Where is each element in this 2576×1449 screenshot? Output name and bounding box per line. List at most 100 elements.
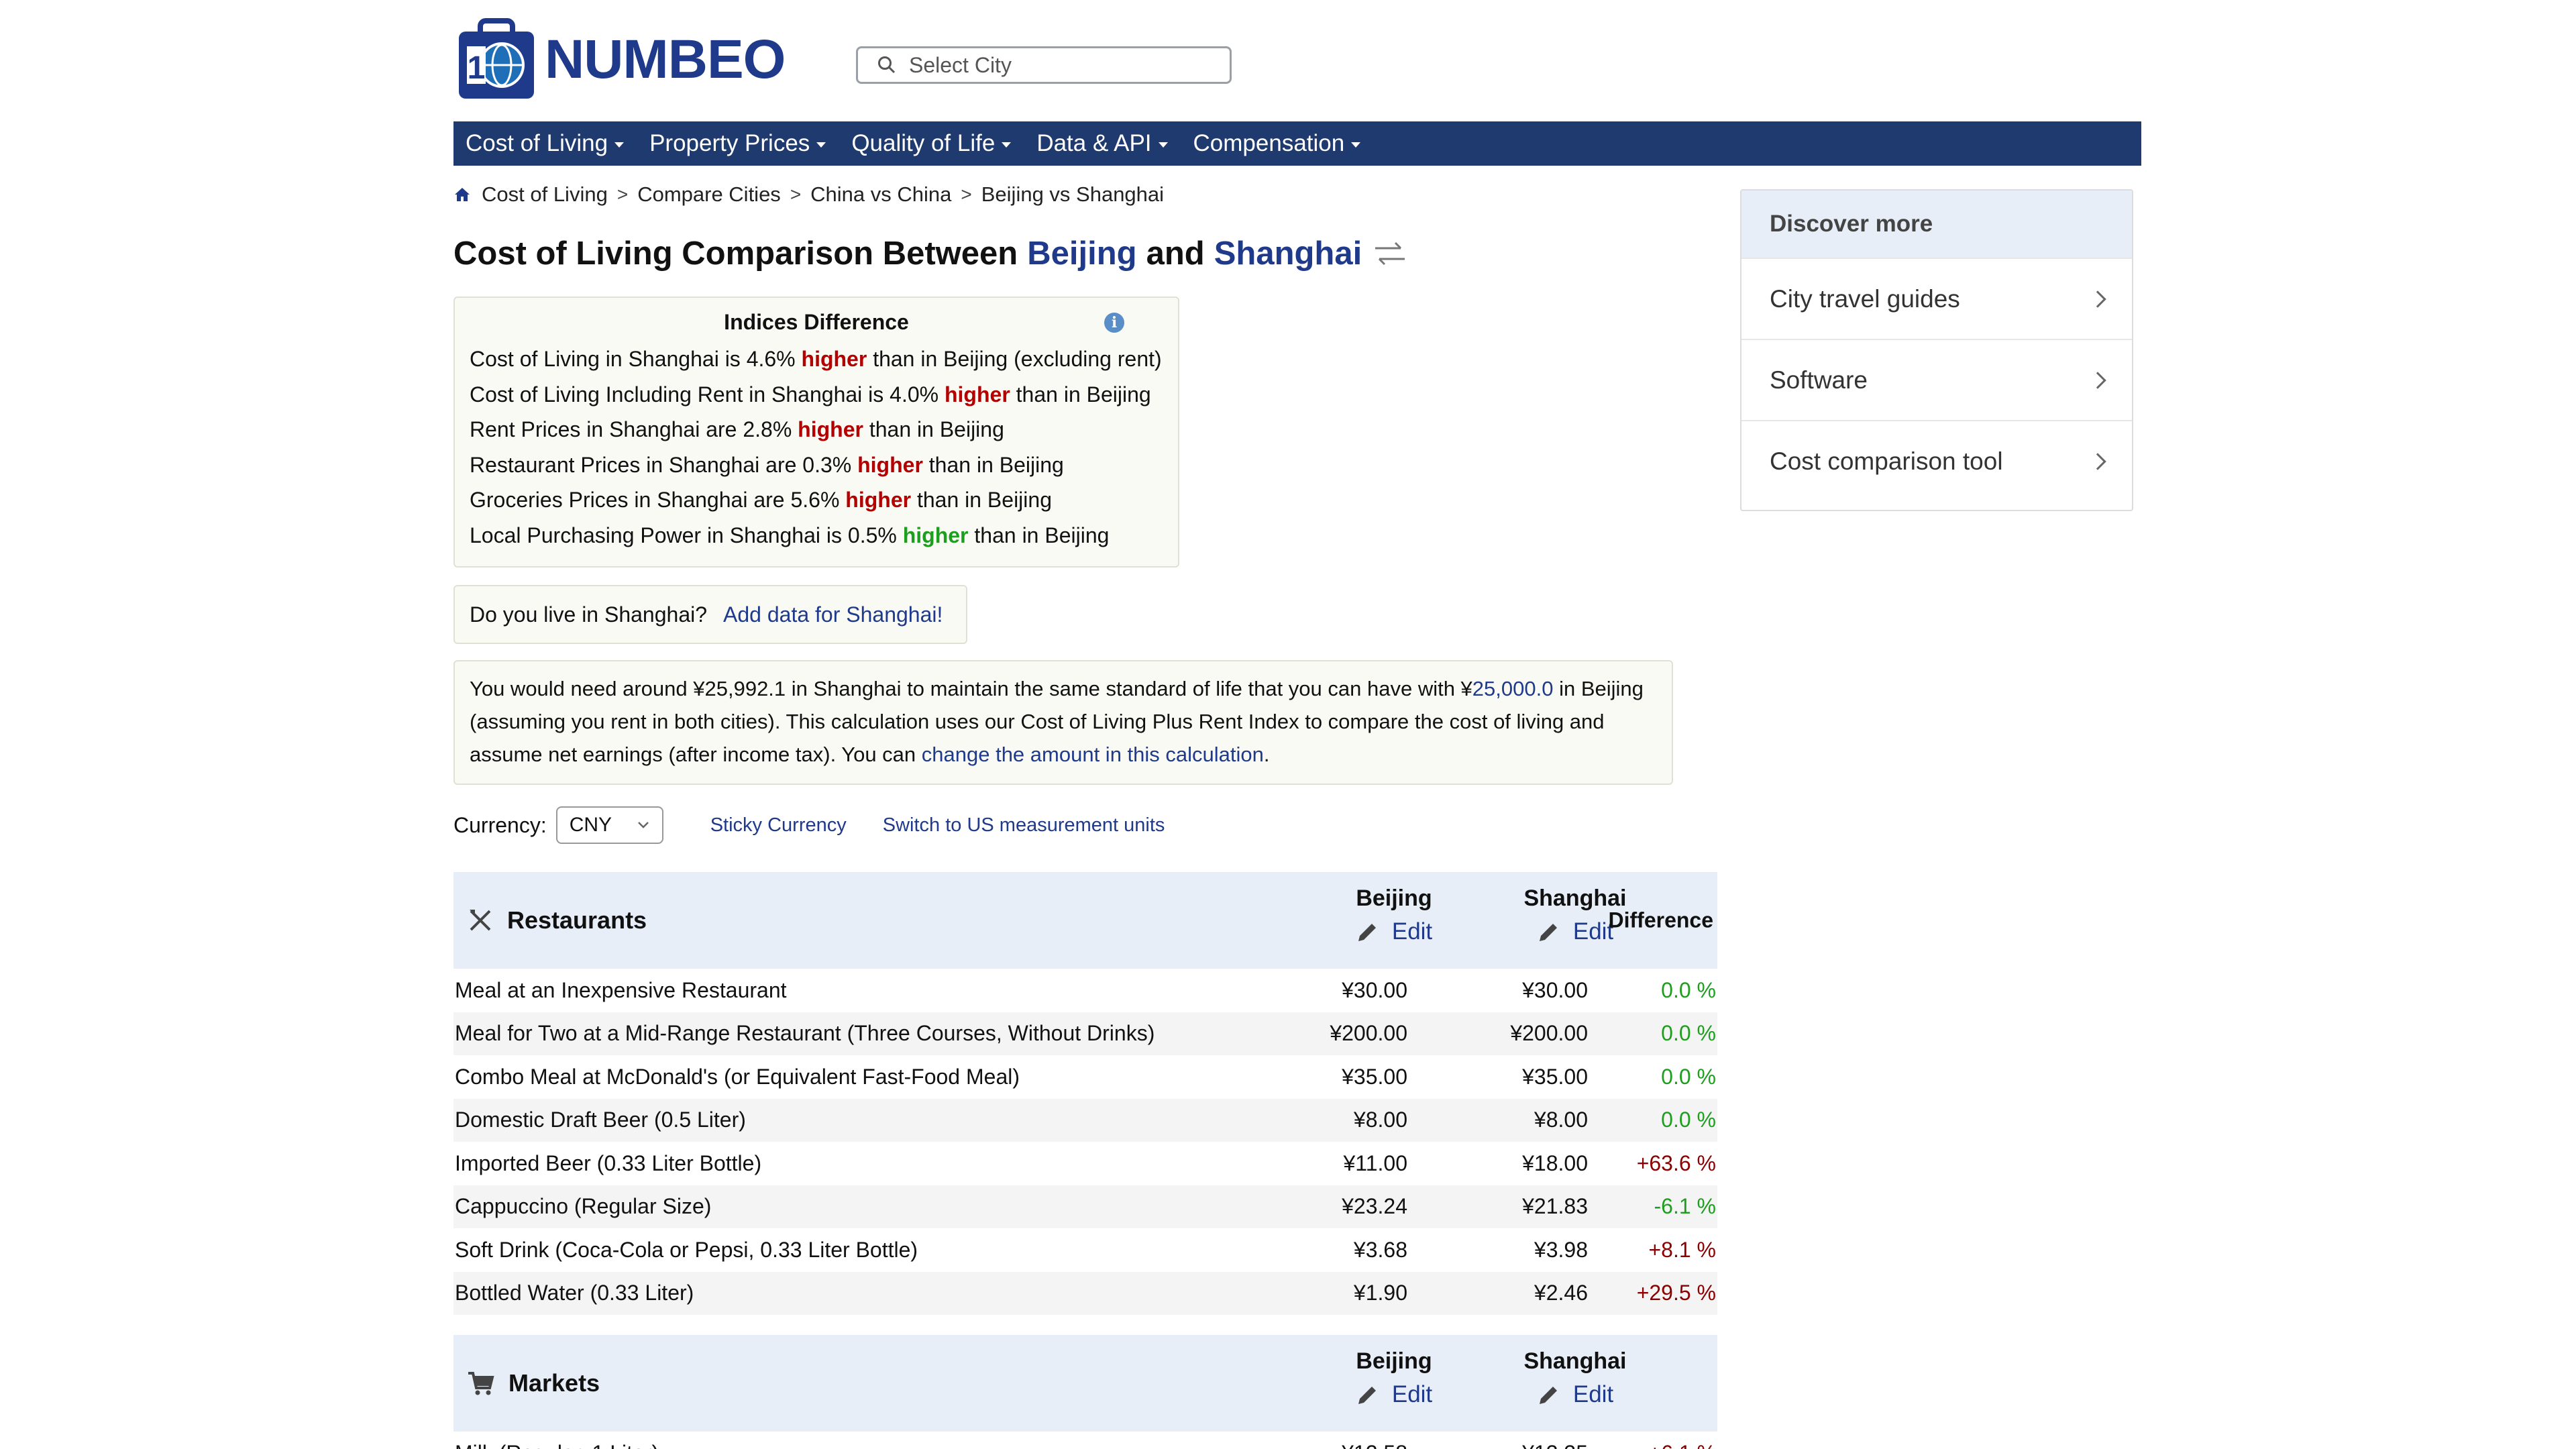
sidebar-item-label: Cost comparison tool — [1770, 447, 2003, 475]
column-city-1: Beijing Edit — [1327, 1348, 1461, 1408]
category-label: Restaurants — [507, 906, 647, 934]
index-direction: higher — [857, 452, 923, 477]
nav-data-api[interactable]: Data & API — [1036, 130, 1168, 157]
index-text: than in Beijing — [928, 452, 1064, 477]
price-city-2: ¥18.00 — [1522, 1150, 1588, 1175]
sidebar-item-label: Software — [1770, 366, 1868, 394]
item-name: Meal at an Inexpensive Restaurant — [455, 977, 787, 1002]
index-text: than in Beijing — [916, 488, 1052, 512]
table-row: Domestic Draft Beer (0.5 Liter) ¥8.00 ¥8.0… — [453, 1098, 1717, 1142]
restaurants-table: Restaurants Beijing Edit Shanghai Edit D… — [453, 872, 1717, 1315]
index-text: Cost of Living Including Rent in Shangha… — [470, 382, 939, 407]
chevron-right-icon — [2089, 371, 2106, 389]
table-row: Soft Drink (Coca-Cola or Pepsi, 0.33 Lit… — [453, 1228, 1717, 1272]
title-city-1[interactable]: Beijing — [1027, 235, 1136, 272]
column-city-2: Shanghai Edit — [1508, 1348, 1642, 1408]
item-name: Meal for Two at a Mid-Range Restaurant (… — [455, 1021, 1155, 1046]
item-name: Soft Drink (Coca-Cola or Pepsi, 0.33 Lit… — [455, 1237, 918, 1262]
svg-text:1: 1 — [468, 50, 486, 86]
price-difference: 0.0 % — [1661, 977, 1716, 1002]
price-difference: 0.0 % — [1661, 1064, 1716, 1089]
city-search-input[interactable]: Select City — [856, 46, 1232, 84]
pencil-icon — [1539, 1387, 1557, 1404]
calc-amount-link[interactable]: 25,000.0 — [1472, 677, 1554, 700]
swap-cities-icon[interactable] — [1371, 240, 1409, 267]
edit-button[interactable]: Edit — [1327, 918, 1461, 945]
currency-select[interactable]: CNY — [555, 806, 663, 844]
caret-down-icon — [1002, 142, 1012, 148]
home-icon[interactable] — [453, 186, 471, 203]
sidebar-item-software[interactable]: Software — [1741, 339, 2132, 420]
column-difference: Difference — [1608, 908, 1714, 932]
nav-label: Quality of Life — [851, 130, 996, 156]
index-line: Local Purchasing Power in Shanghai is 0.… — [470, 518, 1163, 553]
index-text: than in Beijing — [974, 523, 1110, 547]
pencil-icon — [1358, 1387, 1376, 1404]
item-name: Combo Meal at McDonald's (or Equivalent … — [455, 1064, 1020, 1089]
chevron-right-icon — [2089, 290, 2106, 308]
index-direction: higher — [944, 382, 1010, 407]
contribute-question: Do you live in Shanghai? — [470, 602, 708, 627]
index-direction: higher — [902, 523, 969, 547]
price-difference: 0.0 % — [1661, 1108, 1716, 1132]
main-nav: Cost of Living Property Prices Quality o… — [453, 121, 2141, 166]
breadcrumb-compare-cities[interactable]: Compare Cities — [637, 182, 781, 207]
calc-text: You would need around ¥25,992.1 in Shang… — [470, 677, 1472, 700]
search-icon — [878, 56, 896, 74]
price-difference: -6.1 % — [1654, 1194, 1716, 1219]
sticky-currency-link[interactable]: Sticky Currency — [710, 814, 847, 837]
breadcrumb-separator: > — [961, 184, 972, 205]
column-city-label: Beijing — [1356, 1348, 1432, 1374]
table-row: Cappuccino (Regular Size) ¥23.24 ¥21.83 -6.… — [453, 1185, 1717, 1228]
nav-label: Data & API — [1036, 130, 1152, 156]
edit-label: Edit — [1391, 918, 1433, 945]
us-units-link[interactable]: Switch to US measurement units — [883, 814, 1165, 837]
category-title: Markets — [467, 1369, 600, 1397]
title-city-2[interactable]: Shanghai — [1214, 235, 1362, 272]
breadcrumb-cost-of-living[interactable]: Cost of Living — [482, 182, 608, 207]
edit-label: Edit — [1572, 1381, 1614, 1407]
table-header: Markets Beijing Edit Shanghai Edit — [453, 1335, 1717, 1432]
indices-difference-box: Indices Difference i Cost of Living in S… — [453, 297, 1179, 568]
brand-name: NUMBEO — [545, 29, 786, 90]
price-city-2: ¥35.00 — [1522, 1064, 1588, 1089]
indices-heading: Indices Difference — [724, 310, 909, 334]
nav-label: Compensation — [1193, 130, 1345, 156]
nav-compensation[interactable]: Compensation — [1193, 130, 1361, 157]
price-city-1: ¥12.58 — [1342, 1441, 1407, 1449]
index-text: than in Beijing — [1016, 382, 1151, 407]
nav-cost-of-living[interactable]: Cost of Living — [466, 130, 625, 157]
index-direction: higher — [798, 417, 863, 441]
item-name: Cappuccino (Regular Size) — [455, 1194, 712, 1219]
nav-property-prices[interactable]: Property Prices — [649, 130, 826, 157]
price-city-1: ¥1.90 — [1353, 1281, 1407, 1305]
page-title: Cost of Living Comparison Between Beijin… — [453, 235, 1409, 272]
add-data-link[interactable]: Add data for Shanghai! — [723, 602, 943, 627]
nav-quality-of-life[interactable]: Quality of Life — [851, 130, 1012, 157]
caret-down-icon — [1351, 142, 1361, 148]
calc-text: . — [1263, 743, 1270, 766]
sidebar-item-city-travel-guides[interactable]: City travel guides — [1741, 258, 2132, 339]
edit-button[interactable]: Edit — [1327, 1381, 1461, 1408]
price-difference: 0.0 % — [1661, 1021, 1716, 1046]
column-city-1: Beijing Edit — [1327, 885, 1461, 945]
edit-button[interactable]: Edit — [1508, 1381, 1642, 1408]
sidebar-item-cost-comparison-tool[interactable]: Cost comparison tool — [1741, 420, 2132, 501]
breadcrumb-country[interactable]: China vs China — [810, 182, 951, 207]
item-name: Imported Beer (0.33 Liter Bottle) — [455, 1150, 762, 1175]
index-direction: higher — [801, 347, 867, 371]
price-difference: +6.1 % — [1648, 1441, 1716, 1449]
numbeo-logo[interactable]: 1 NUMBEO — [453, 16, 786, 103]
breadcrumb-separator: > — [790, 184, 802, 205]
index-text: than in Beijing (excluding rent) — [873, 347, 1162, 371]
price-difference: +63.6 % — [1636, 1150, 1716, 1175]
column-city-label: Beijing — [1356, 885, 1432, 911]
discover-more-panel: Discover more City travel guides Softwar… — [1740, 189, 2133, 511]
change-amount-link[interactable]: change the amount in this calculation — [922, 743, 1264, 766]
table-row: Imported Beer (0.33 Liter Bottle) ¥11.00 ¥… — [453, 1142, 1717, 1185]
index-text: than in Beijing — [869, 417, 1004, 441]
sidebar-item-label: City travel guides — [1770, 284, 1960, 313]
info-icon[interactable]: i — [1104, 313, 1124, 333]
contribute-box: Do you live in Shanghai? Add data for Sh… — [453, 585, 967, 644]
index-line: Cost of Living in Shanghai is 4.6% highe… — [470, 341, 1163, 377]
